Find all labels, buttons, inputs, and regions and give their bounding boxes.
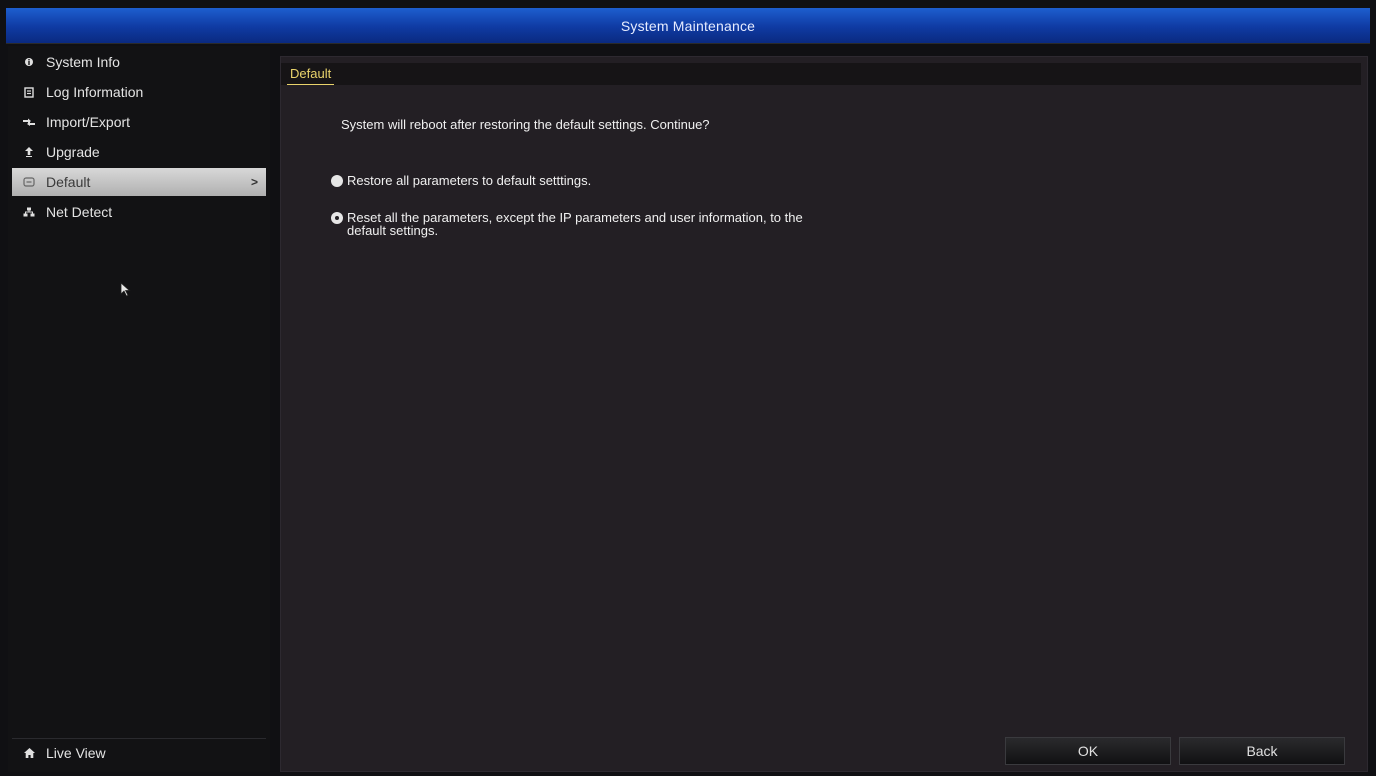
reboot-warning-text: System will reboot after restoring the d… bbox=[341, 117, 710, 132]
import-export-icon bbox=[18, 118, 40, 126]
option-label-line2: default settings. bbox=[347, 223, 439, 238]
default-icon bbox=[18, 177, 40, 187]
title-bar: System Maintenance bbox=[6, 8, 1370, 44]
log-icon bbox=[18, 86, 40, 98]
tab-default[interactable]: Default bbox=[287, 63, 335, 85]
sidebar-item-net-detect[interactable]: Net Detect bbox=[12, 198, 266, 226]
home-icon bbox=[18, 747, 40, 758]
sidebar-item-log-information[interactable]: Log Information bbox=[12, 78, 266, 106]
sidebar-item-label: Net Detect bbox=[46, 204, 113, 220]
sidebar-item-label: Default bbox=[46, 174, 91, 190]
upgrade-icon bbox=[18, 147, 40, 157]
sidebar-item-label: Import/Export bbox=[46, 114, 131, 130]
sidebar: System Info Log Information Import/Expor… bbox=[8, 46, 270, 772]
sidebar-item-label: Upgrade bbox=[46, 144, 100, 160]
back-button[interactable]: Back bbox=[1179, 737, 1345, 765]
content-panel: Default System will reboot after restori… bbox=[280, 56, 1368, 772]
option-restore-all[interactable]: Restore all parameters to default settti… bbox=[331, 174, 591, 187]
ok-button[interactable]: OK bbox=[1005, 737, 1171, 765]
option-label: Restore all parameters to default settti… bbox=[347, 173, 592, 188]
tab-bar: Default bbox=[281, 63, 1361, 85]
net-detect-icon bbox=[18, 207, 40, 217]
sidebar-item-import-export[interactable]: Import/Export bbox=[12, 108, 266, 136]
sidebar-item-default[interactable]: Default > bbox=[12, 168, 266, 196]
sidebar-item-label: Log Information bbox=[46, 84, 144, 100]
chevron-right-icon: > bbox=[250, 175, 258, 189]
dvr-window: System Maintenance System Info Log Infor… bbox=[0, 0, 1376, 776]
live-view-button[interactable]: Live View bbox=[12, 738, 266, 766]
window-title: System Maintenance bbox=[620, 17, 756, 34]
sidebar-item-system-info[interactable]: System Info bbox=[12, 48, 266, 76]
sidebar-item-label: System Info bbox=[46, 54, 120, 70]
option-reset-except-ip[interactable]: Reset all the parameters, except the IP … bbox=[331, 211, 803, 237]
radio-selected-icon[interactable] bbox=[331, 175, 343, 187]
radio-unselected-icon[interactable] bbox=[331, 212, 343, 224]
sidebar-item-upgrade[interactable]: Upgrade bbox=[12, 138, 266, 166]
mouse-cursor-icon bbox=[120, 282, 131, 297]
live-view-label: Live View bbox=[46, 744, 106, 761]
option-label: Reset all the parameters, except the IP … bbox=[347, 211, 803, 237]
info-dot-icon bbox=[18, 57, 40, 67]
